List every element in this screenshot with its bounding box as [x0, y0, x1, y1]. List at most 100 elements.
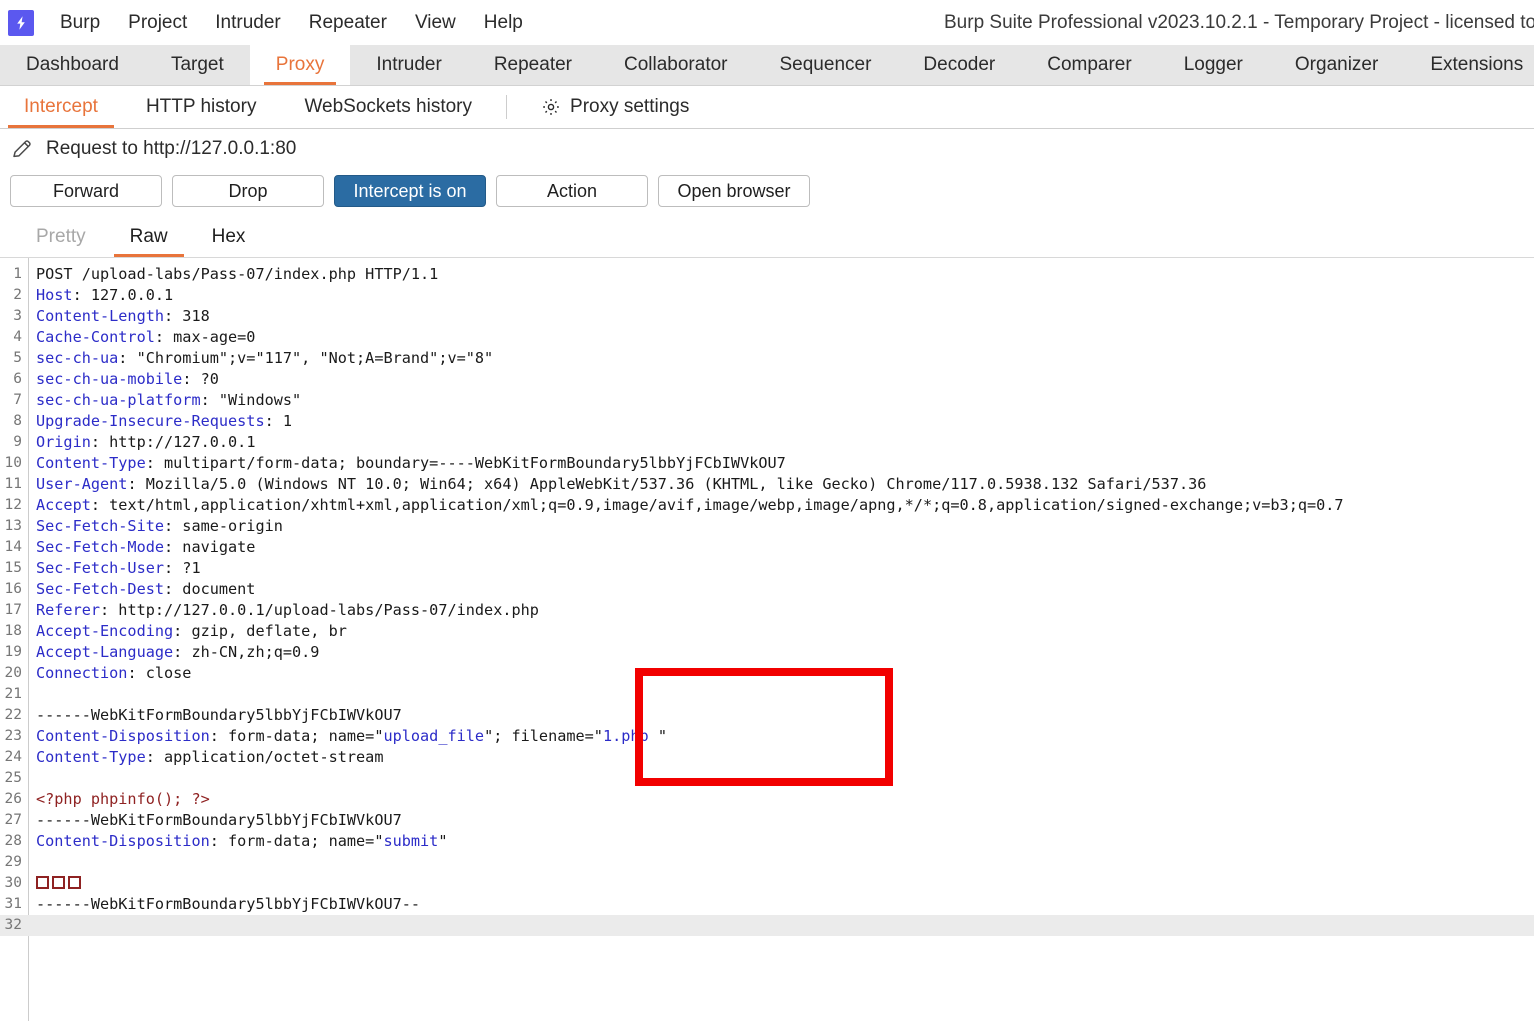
code-line[interactable]: 26 <?php phpinfo(); ?> [0, 789, 1534, 810]
code-line[interactable]: 15 Sec-Fetch-User: ?1 [0, 558, 1534, 579]
action-button[interactable]: Action [496, 175, 648, 207]
line-text: Origin: http://127.0.0.1 [36, 433, 256, 451]
code-line[interactable]: 14 Sec-Fetch-Mode: navigate [0, 537, 1534, 558]
line-number: 16 [4, 581, 22, 597]
tab-proxy[interactable]: Proxy [249, 45, 351, 85]
line-text: Sec-Fetch-Site: same-origin [36, 517, 283, 535]
code-line[interactable]: 18 Accept-Encoding: gzip, deflate, br [0, 621, 1534, 642]
open-browser-button[interactable]: Open browser [658, 175, 810, 207]
code-line[interactable]: 8 Upgrade-Insecure-Requests: 1 [0, 411, 1534, 432]
code-line[interactable]: 32 [0, 915, 1534, 936]
request-code-body[interactable]: 1 POST /upload-labs/Pass-07/index.php HTT… [0, 258, 1534, 936]
line-text: Content-Disposition: form-data; name="up… [36, 727, 667, 745]
code-line[interactable]: 24 Content-Type: application/octet-stream [0, 747, 1534, 768]
intercept-toggle-button[interactable]: Intercept is on [334, 175, 486, 207]
code-line[interactable]: 23 Content-Disposition: form-data; name="… [0, 726, 1534, 747]
subtab-proxy-settings[interactable]: Proxy settings [517, 86, 713, 128]
tab-label: Intruder [376, 54, 442, 75]
code-line[interactable]: 6 sec-ch-ua-mobile: ?0 [0, 369, 1534, 390]
missing-glyph-box-icon [36, 876, 49, 889]
code-line[interactable]: 21 [0, 684, 1534, 705]
code-line[interactable]: 10 Content-Type: multipart/form-data; bou… [0, 453, 1534, 474]
code-line[interactable]: 5 sec-ch-ua: "Chromium";v="117", "Not;A=B… [0, 348, 1534, 369]
menu-item-burp[interactable]: Burp [46, 10, 114, 36]
code-line[interactable]: 2 Host: 127.0.0.1 [0, 285, 1534, 306]
line-text: Host: 127.0.0.1 [36, 286, 174, 304]
tab-decoder[interactable]: Decoder [897, 45, 1021, 85]
menu-item-help[interactable]: Help [470, 10, 537, 36]
line-number: 28 [4, 833, 22, 849]
subtab-intercept[interactable]: Intercept [0, 86, 122, 128]
line-text: Content-Length: 318 [36, 307, 210, 325]
subtab-http-history[interactable]: HTTP history [122, 86, 281, 128]
code-line[interactable]: 29 [0, 852, 1534, 873]
code-line[interactable]: 7 sec-ch-ua-platform: "Windows" [0, 390, 1534, 411]
code-line[interactable]: 12 Accept: text/html,application/xhtml+xm… [0, 495, 1534, 516]
code-line[interactable]: 28 Content-Disposition: form-data; name="… [0, 831, 1534, 852]
tab-label: Comparer [1047, 54, 1132, 75]
line-text: ------WebKitFormBoundary5lbbYjFCbIWVkOU7… [36, 895, 421, 913]
tab-label: Dashboard [26, 54, 119, 75]
line-number: 18 [4, 623, 22, 639]
code-line[interactable]: 16 Sec-Fetch-Dest: document [0, 579, 1534, 600]
view-tab-raw[interactable]: Raw [108, 217, 190, 257]
tab-extensions[interactable]: Extensions [1404, 45, 1534, 85]
proxy-sub-tab-bar: Intercept HTTP history WebSockets histor… [0, 86, 1534, 129]
code-line[interactable]: 1 POST /upload-labs/Pass-07/index.php HTT… [0, 264, 1534, 285]
tab-comparer[interactable]: Comparer [1021, 45, 1157, 85]
code-line[interactable]: 11 User-Agent: Mozilla/5.0 (Windows NT 10… [0, 474, 1534, 495]
subtab-label: Proxy settings [570, 96, 690, 117]
code-line[interactable]: 19 Accept-Language: zh-CN,zh;q=0.9 [0, 642, 1534, 663]
line-number: 23 [4, 728, 22, 744]
line-text: ------WebKitFormBoundary5lbbYjFCbIWVkOU7 [36, 811, 402, 829]
view-tab-hex[interactable]: Hex [190, 217, 268, 257]
request-header-row: Request to http://127.0.0.1:80 [0, 129, 1534, 169]
menu-item-view[interactable]: View [401, 10, 470, 36]
code-line[interactable]: 9 Origin: http://127.0.0.1 [0, 432, 1534, 453]
divider [506, 95, 508, 119]
tab-intruder[interactable]: Intruder [350, 45, 467, 85]
line-text: User-Agent: Mozilla/5.0 (Windows NT 10.0… [36, 475, 1207, 493]
subtab-websockets-history[interactable]: WebSockets history [280, 86, 496, 128]
line-number: 17 [4, 602, 22, 618]
tab-logger[interactable]: Logger [1158, 45, 1269, 85]
menu-item-intruder[interactable]: Intruder [201, 10, 294, 36]
tab-label: Sequencer [779, 54, 872, 75]
line-text: Accept: text/html,application/xhtml+xml,… [36, 496, 1344, 514]
view-tab-pretty[interactable]: Pretty [14, 217, 108, 257]
line-text: Accept-Language: zh-CN,zh;q=0.9 [36, 643, 320, 661]
line-text [36, 873, 84, 894]
line-text: sec-ch-ua-platform: "Windows" [36, 391, 302, 409]
view-tab-label: Pretty [36, 226, 86, 247]
line-number: 22 [4, 707, 22, 723]
code-line[interactable]: 27 ------WebKitFormBoundary5lbbYjFCbIWVkO… [0, 810, 1534, 831]
code-line[interactable]: 31 ------WebKitFormBoundary5lbbYjFCbIWVkO… [0, 894, 1534, 915]
tab-label: Extensions [1430, 54, 1524, 75]
tab-label: Proxy [275, 54, 325, 75]
line-number: 7 [13, 392, 22, 408]
line-text: Content-Disposition: form-data; name="su… [36, 832, 448, 850]
code-line[interactable]: 3 Content-Length: 318 [0, 306, 1534, 327]
menu-item-repeater[interactable]: Repeater [295, 10, 401, 36]
code-line[interactable]: 30 [0, 873, 1534, 894]
line-text: Content-Type: application/octet-stream [36, 748, 384, 766]
tab-organizer[interactable]: Organizer [1269, 45, 1404, 85]
code-line[interactable]: 20 Connection: close [0, 663, 1534, 684]
menu-item-project[interactable]: Project [114, 10, 201, 36]
code-line[interactable]: 25 [0, 768, 1534, 789]
code-line[interactable]: 4 Cache-Control: max-age=0 [0, 327, 1534, 348]
code-line[interactable]: 17 Referer: http://127.0.0.1/upload-labs/… [0, 600, 1534, 621]
forward-button[interactable]: Forward [10, 175, 162, 207]
tab-collaborator[interactable]: Collaborator [598, 45, 754, 85]
line-number: 12 [4, 497, 22, 513]
tab-dashboard[interactable]: Dashboard [0, 45, 145, 85]
tab-target[interactable]: Target [145, 45, 250, 85]
line-number: 32 [4, 917, 22, 933]
line-number: 30 [4, 875, 22, 891]
raw-request-editor[interactable]: 1 POST /upload-labs/Pass-07/index.php HTT… [0, 258, 1534, 1021]
tab-sequencer[interactable]: Sequencer [754, 45, 898, 85]
code-line[interactable]: 22 ------WebKitFormBoundary5lbbYjFCbIWVkO… [0, 705, 1534, 726]
tab-repeater[interactable]: Repeater [468, 45, 598, 85]
drop-button[interactable]: Drop [172, 175, 324, 207]
code-line[interactable]: 13 Sec-Fetch-Site: same-origin [0, 516, 1534, 537]
